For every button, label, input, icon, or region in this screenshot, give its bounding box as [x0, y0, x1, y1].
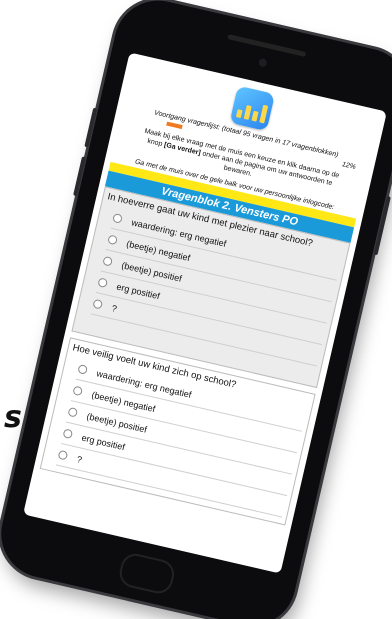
progress-percent: 12% [341, 160, 357, 171]
survey-page: Voortgang vragenlijst: (totaal 95 vragen… [34, 52, 387, 526]
phone-screen: Voortgang vragenlijst: (totaal 95 vragen… [23, 52, 387, 574]
radio-button[interactable] [107, 234, 118, 246]
answer-label: erg positief [115, 281, 161, 301]
answer-label: ? [75, 453, 84, 465]
logo-bar-icon [235, 109, 243, 118]
answer-label: ? [110, 302, 118, 314]
radio-button[interactable] [92, 298, 104, 310]
radio-button[interactable] [112, 213, 123, 224]
radio-button[interactable] [77, 364, 89, 375]
answer-label: erg positief [80, 432, 126, 452]
logo-bar-icon [243, 104, 252, 120]
radio-button[interactable] [62, 428, 74, 440]
radio-button[interactable] [72, 385, 84, 397]
logo-bar-icon [251, 110, 259, 122]
phone-device: Voortgang vragenlijst: (totaal 95 vragen… [0, 0, 392, 619]
radio-button[interactable] [97, 277, 109, 289]
radio-button[interactable] [57, 449, 69, 461]
logo-bar-icon [258, 104, 268, 124]
app-logo-icon [229, 85, 276, 132]
radio-button[interactable] [102, 255, 114, 267]
radio-button[interactable] [67, 406, 79, 418]
